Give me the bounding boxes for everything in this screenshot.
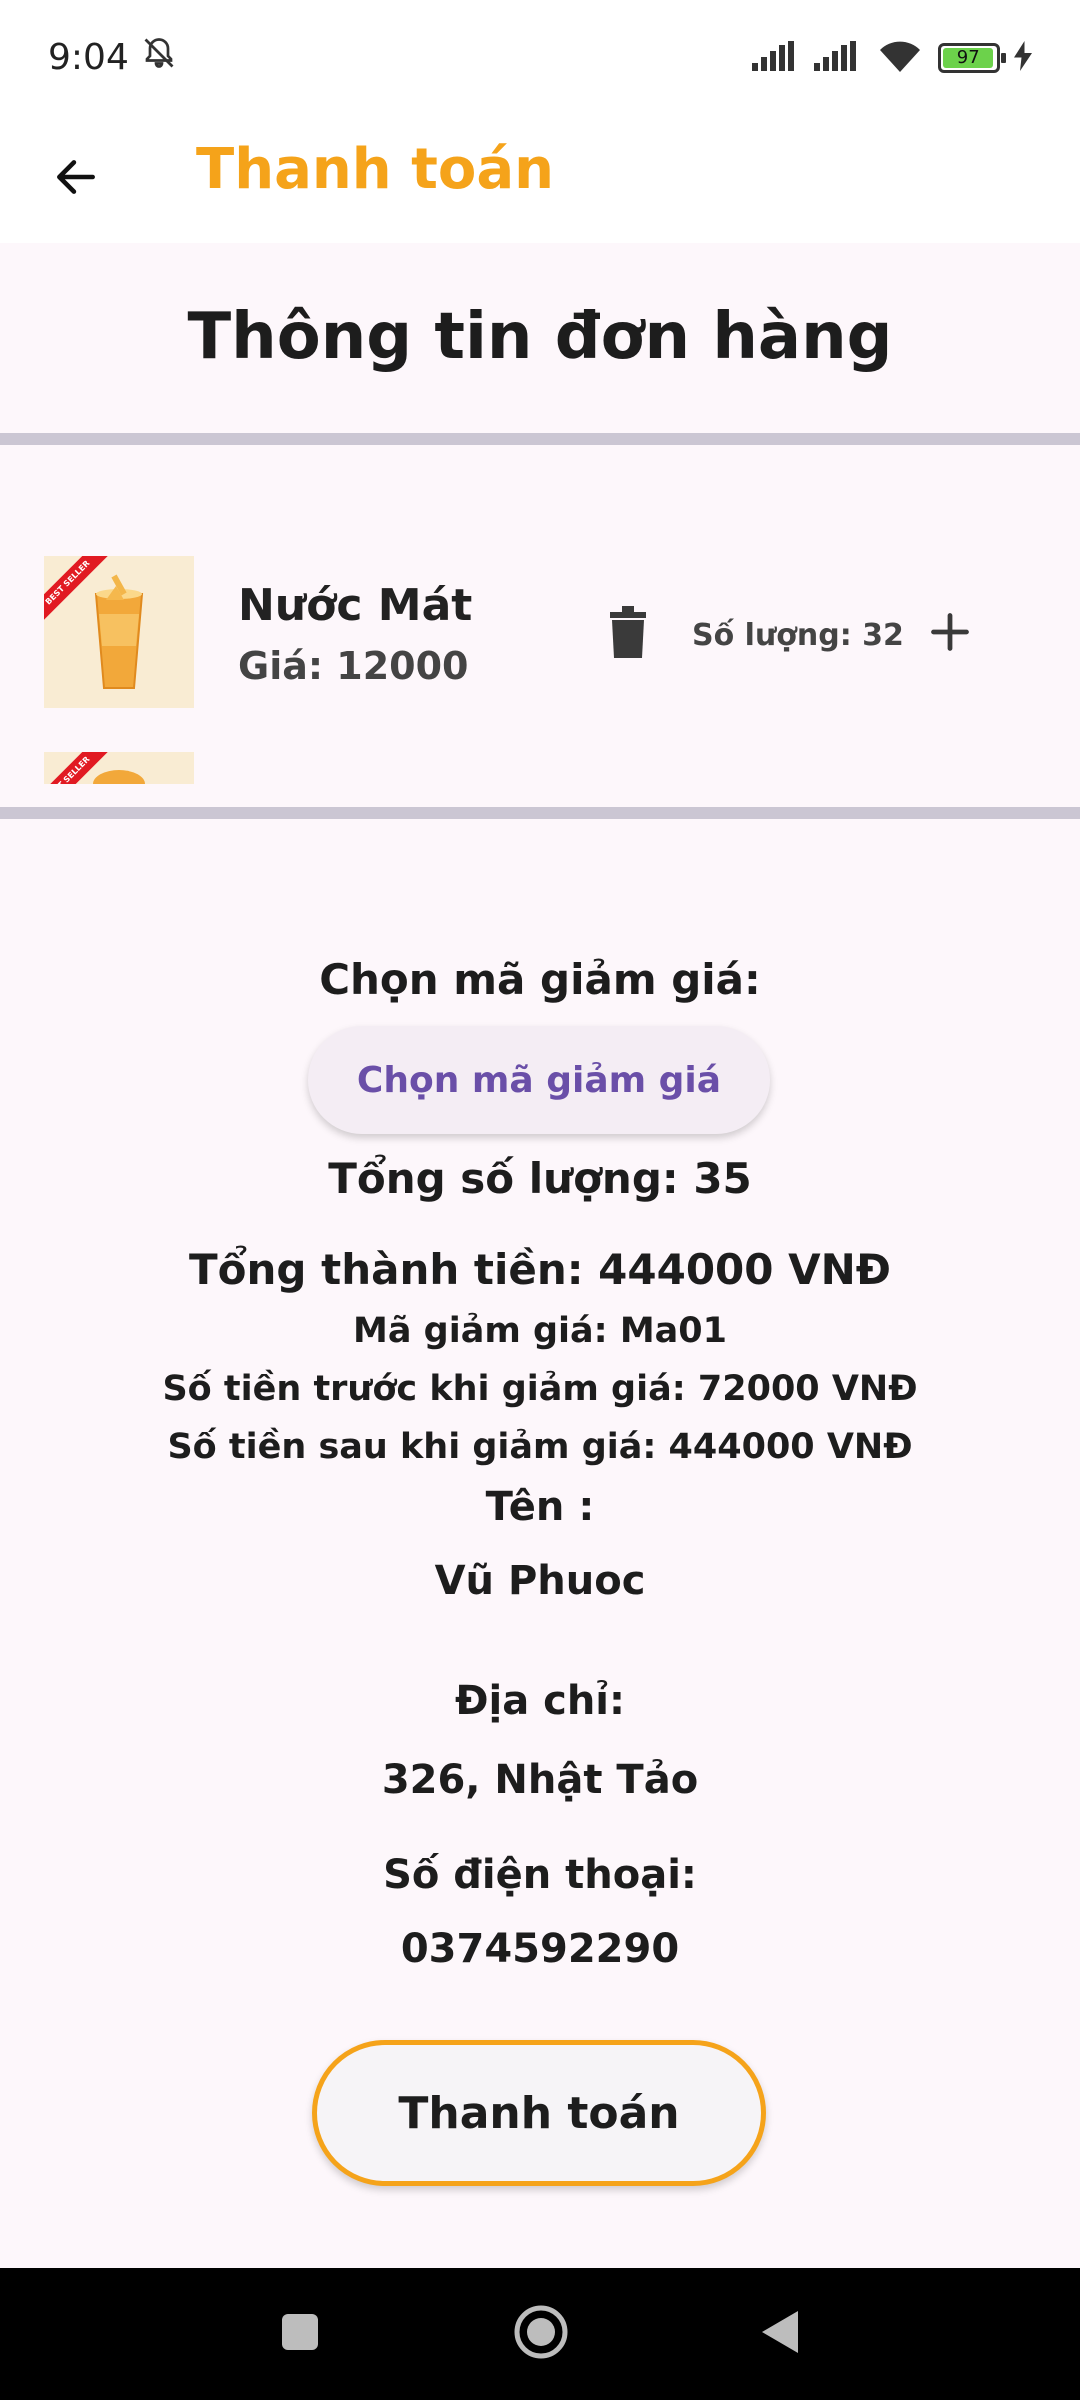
status-right: 97 — [752, 38, 1032, 78]
customer-name: Vũ Phuoc — [434, 1558, 646, 1604]
discount-label: Chọn mã giảm giá: — [319, 955, 761, 1004]
choose-discount-button[interactable]: Chọn mã giảm giá — [308, 1026, 770, 1134]
product-name: Nước Mát — [238, 580, 473, 631]
total-quantity: Tổng số lượng: 35 — [328, 1154, 752, 1203]
back-button[interactable] — [46, 149, 106, 209]
bell-off-icon — [141, 35, 177, 80]
status-left: 9:04 — [48, 35, 177, 80]
app-bar: Thanh toán — [0, 115, 1080, 243]
product-image: BEST SELLER — [44, 556, 194, 708]
status-time: 9:04 — [48, 37, 129, 78]
home-button[interactable] — [496, 2268, 586, 2400]
amount-after-discount: Số tiền sau khi giảm giá: 444000 VNĐ — [167, 1427, 913, 1467]
bolt-icon — [1014, 40, 1032, 75]
page-title: Thông tin đơn hàng — [187, 300, 893, 374]
discount-code: Mã giảm giá: Ma01 — [353, 1311, 727, 1351]
square-icon — [280, 2312, 320, 2356]
system-nav-bar — [0, 2268, 1080, 2400]
app-title: Thanh toán — [196, 137, 554, 202]
phone-label: Số điện thoại: — [383, 1852, 697, 1898]
total-amount: Tổng thành tiền: 444000 VNĐ — [189, 1245, 891, 1294]
list-item: BEST SELLER Nước Mát Giá: 12000 Số lượng… — [0, 556, 1080, 716]
status-bar: 9:04 97 — [0, 0, 1080, 115]
customer-address: 326, Nhật Tảo — [381, 1757, 699, 1803]
customer-phone: 0374592290 — [400, 1926, 680, 1972]
quantity-label: Số lượng: 32 — [692, 618, 904, 653]
plus-icon — [928, 610, 972, 658]
amount-before-discount: Số tiền trước khi giảm giá: 72000 VNĐ — [162, 1369, 918, 1409]
list-item: BEST SELLER — [0, 752, 1080, 803]
product-price: Giá: 12000 — [238, 644, 469, 688]
wifi-icon — [876, 38, 924, 78]
trash-icon — [606, 606, 650, 662]
increase-quantity-button[interactable] — [920, 604, 980, 664]
home-circle-icon — [513, 2304, 569, 2364]
signal-icon — [752, 40, 800, 75]
pay-button[interactable]: Thanh toán — [312, 2040, 766, 2186]
arrow-left-icon — [51, 152, 101, 206]
signal-icon — [814, 40, 862, 75]
name-label: Tên : — [485, 1484, 595, 1530]
cart-list[interactable]: BEST SELLER Nước Mát Giá: 12000 Số lượng… — [0, 448, 1080, 803]
product-image: BEST SELLER — [44, 752, 194, 784]
delete-item-button[interactable] — [600, 604, 656, 664]
back-nav-button[interactable] — [740, 2268, 820, 2400]
divider — [0, 807, 1080, 819]
battery-indicator: 97 — [938, 42, 1006, 73]
battery-level: 97 — [943, 47, 994, 68]
address-label: Địa chỉ: — [454, 1678, 626, 1724]
divider — [0, 433, 1080, 445]
triangle-back-icon — [760, 2309, 800, 2359]
recents-button[interactable] — [260, 2268, 340, 2400]
